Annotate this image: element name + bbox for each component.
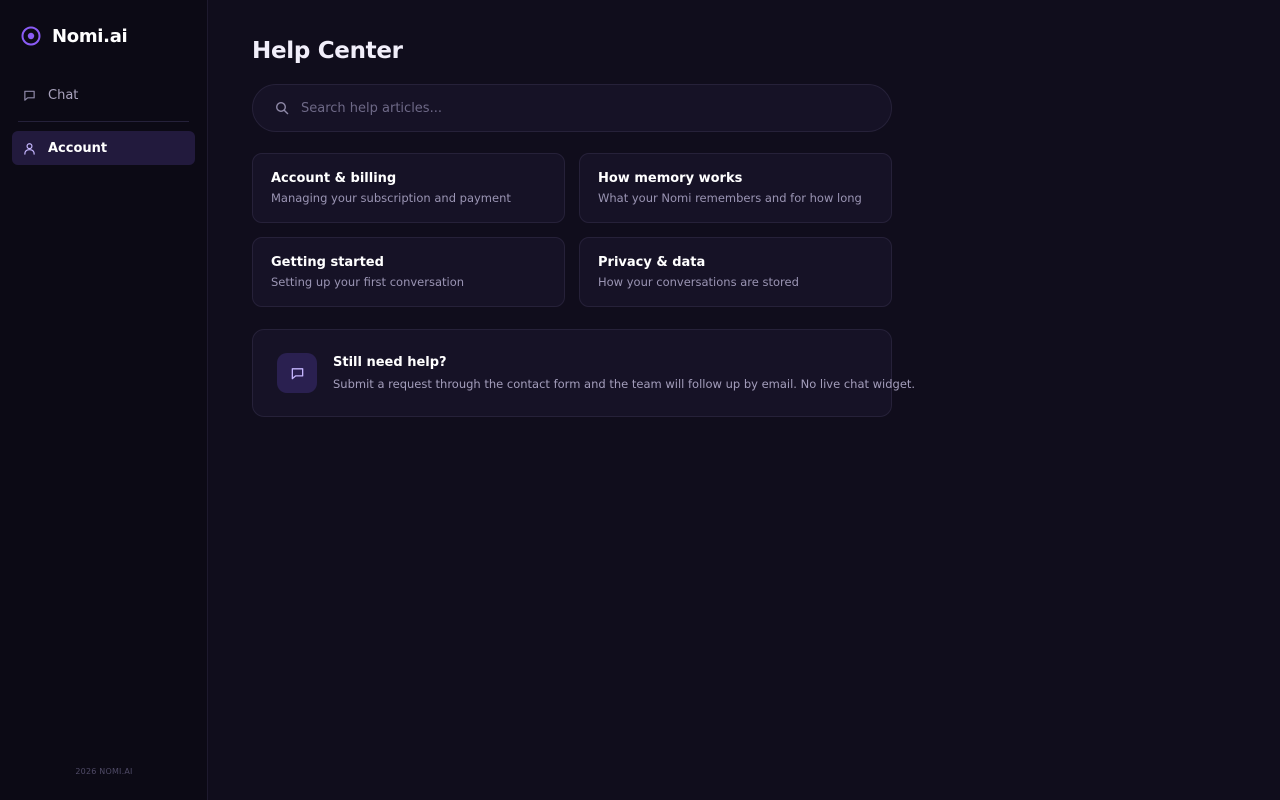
card-title: Privacy & data [598, 255, 706, 270]
sidebar-item-account[interactable]: Account [12, 131, 195, 165]
user-icon [24, 142, 35, 155]
help-card-getting-started[interactable]: Getting started Setting up your first co… [252, 237, 565, 307]
card-description: Setting up your first conversation [271, 275, 465, 289]
copyright-text: 2026 NOMI.AI [75, 767, 133, 776]
card-title: How memory works [598, 171, 743, 186]
help-description: Submit a request through the contact for… [333, 377, 916, 391]
card-description: Managing your subscription and payment [271, 191, 511, 205]
sidebar: Nomi.ai Chat Account 2026 NOMI.AI [0, 0, 208, 800]
main-content: Help Center Account & billing Managing y… [208, 0, 1280, 800]
card-title: Account & billing [271, 171, 397, 186]
help-card-privacy[interactable]: Privacy & data How your conversations ar… [579, 237, 892, 307]
sidebar-divider [18, 121, 189, 122]
sidebar-item-chat[interactable]: Chat [12, 78, 195, 112]
nomi-logo-icon [21, 26, 41, 46]
message-icon [291, 367, 303, 379]
app-root: Nomi.ai Chat Account 2026 NOMI.AI Help C… [0, 0, 1280, 800]
help-icon-badge [277, 353, 317, 393]
chat-icon [24, 90, 35, 101]
still-need-help-box: Still need help? Submit a request throug… [252, 329, 915, 417]
brand-name: Nomi.ai [52, 25, 128, 47]
brand[interactable]: Nomi.ai [20, 25, 128, 47]
search-icon [275, 101, 289, 115]
help-title: Still need help? [333, 355, 447, 370]
help-card-memory[interactable]: How memory works What your Nomi remember… [579, 153, 892, 223]
search-input[interactable] [301, 100, 841, 116]
help-card-account-billing[interactable]: Account & billing Managing your subscrip… [252, 153, 565, 223]
sidebar-item-label: Account [48, 140, 108, 156]
help-text: Still need help? Submit a request throug… [333, 355, 915, 391]
sidebar-item-label: Chat [48, 87, 79, 103]
card-description: What your Nomi remembers and for how lon… [598, 191, 862, 205]
card-title: Getting started [271, 255, 384, 270]
card-description: How your conversations are stored [598, 275, 799, 289]
page-title: Help Center [252, 38, 403, 64]
search-bar[interactable] [252, 84, 892, 132]
